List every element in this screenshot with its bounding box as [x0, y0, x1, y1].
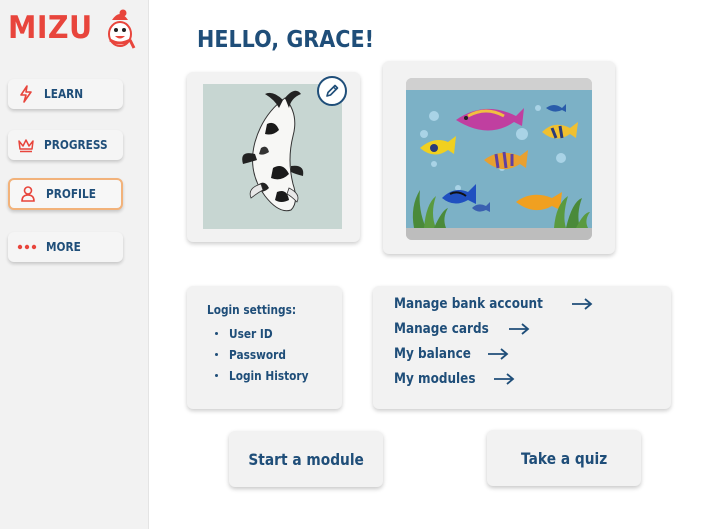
- logo[interactable]: MIZU: [8, 6, 138, 50]
- logo-text: MIZU: [8, 9, 93, 46]
- account-links-card: Manage bank account Manage cards My bala…: [373, 286, 671, 409]
- bullet: [215, 374, 218, 377]
- link-label: Manage cards: [394, 321, 489, 337]
- take-quiz-label: Take a quiz: [520, 448, 608, 468]
- bullet: [215, 332, 218, 335]
- link-my-balance[interactable]: My balance: [394, 346, 509, 362]
- login-item-label: Password: [229, 347, 286, 362]
- login-item-history[interactable]: Login History: [215, 365, 319, 386]
- login-item-password[interactable]: Password: [215, 344, 319, 365]
- nav-progress[interactable]: PROGRESS: [8, 130, 123, 160]
- lightning-icon: [16, 84, 36, 104]
- nav-more[interactable]: MORE: [8, 232, 123, 262]
- login-settings-title: Login settings:: [207, 303, 297, 317]
- take-quiz-button[interactable]: Take a quiz: [487, 430, 641, 486]
- arrow-right-icon: [488, 348, 509, 360]
- link-label: Manage bank account: [394, 296, 543, 312]
- aquarium-card[interactable]: [383, 61, 615, 254]
- nav-profile-label: PROFILE: [46, 187, 96, 201]
- login-item-user-id[interactable]: User ID: [215, 323, 319, 344]
- nav-progress-label: PROGRESS: [44, 138, 108, 152]
- login-settings-list: User ID Password Login History: [215, 323, 319, 386]
- nav-profile[interactable]: PROFILE: [8, 178, 123, 210]
- more-dots-icon: [16, 237, 38, 257]
- arrow-right-icon: [509, 323, 530, 335]
- nav-learn[interactable]: LEARN: [8, 79, 123, 109]
- nav-more-label: MORE: [46, 240, 81, 254]
- start-module-label: Start a module: [248, 449, 364, 469]
- link-manage-cards[interactable]: Manage cards: [394, 321, 530, 337]
- person-icon: [18, 184, 38, 204]
- link-label: My balance: [394, 346, 471, 362]
- bullet: [215, 353, 218, 356]
- link-label: My modules: [394, 371, 476, 387]
- mascot-icon: [108, 9, 136, 49]
- profile-photo-card: [187, 72, 360, 242]
- link-my-modules[interactable]: My modules: [394, 371, 515, 387]
- sidebar: MIZU LEARN PROGRESS PROFILE MORE: [0, 0, 149, 529]
- login-item-label: Login History: [229, 368, 309, 383]
- pencil-icon: [326, 84, 339, 97]
- greeting-heading: HELLO, GRACE!: [197, 27, 375, 53]
- aquarium-image: [406, 78, 592, 240]
- arrow-right-icon: [572, 298, 593, 310]
- edit-photo-button[interactable]: [317, 76, 347, 106]
- koi-fish-image: [203, 84, 342, 229]
- arrow-right-icon: [493, 373, 515, 385]
- crown-icon: [16, 135, 36, 155]
- login-item-label: User ID: [229, 326, 273, 341]
- nav-learn-label: LEARN: [44, 87, 84, 101]
- start-module-button[interactable]: Start a module: [229, 431, 383, 487]
- link-manage-bank-account[interactable]: Manage bank account: [394, 296, 593, 312]
- login-settings-card: Login settings: User ID Password Login H…: [187, 286, 342, 409]
